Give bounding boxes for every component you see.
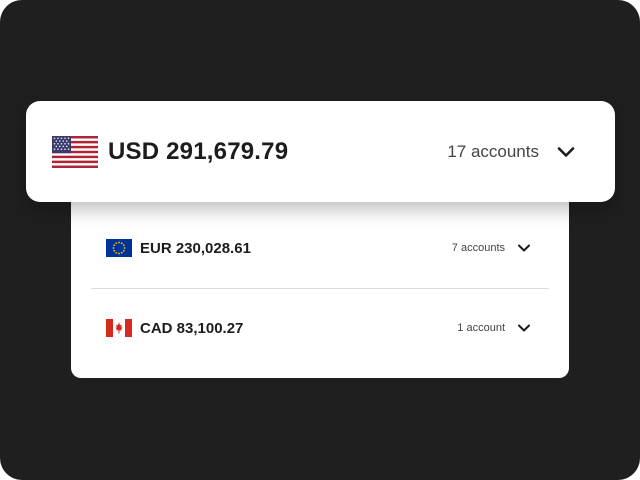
balance-amount: EUR 230,028.61 <box>140 239 251 257</box>
balance-row-usd[interactable]: USD 291,679.79 17 accounts <box>52 135 582 169</box>
eu-flag-icon <box>106 239 132 257</box>
balance-amount: USD 291,679.79 <box>108 138 289 165</box>
app-frame: EUR 230,028.61 7 accounts CAD 83,100.27 <box>0 0 640 480</box>
us-flag-icon <box>52 136 98 168</box>
account-count: 17 accounts <box>447 142 539 161</box>
chevron-down-icon[interactable] <box>517 323 531 333</box>
balance-row-eur[interactable]: EUR 230,028.61 7 accounts <box>106 232 531 264</box>
account-count: 1 account <box>457 322 505 334</box>
account-count: 7 accounts <box>451 242 505 254</box>
chevron-down-icon[interactable] <box>555 145 577 159</box>
primary-balance-card: USD 291,679.79 17 accounts <box>26 101 615 202</box>
chevron-down-icon[interactable] <box>517 243 531 253</box>
ca-flag-icon <box>106 319 132 337</box>
divider <box>91 288 549 289</box>
currency-list-card: EUR 230,028.61 7 accounts CAD 83,100.27 <box>71 182 569 378</box>
balance-row-cad[interactable]: CAD 83,100.27 1 account <box>106 312 531 344</box>
balance-amount: CAD 83,100.27 <box>140 319 244 337</box>
